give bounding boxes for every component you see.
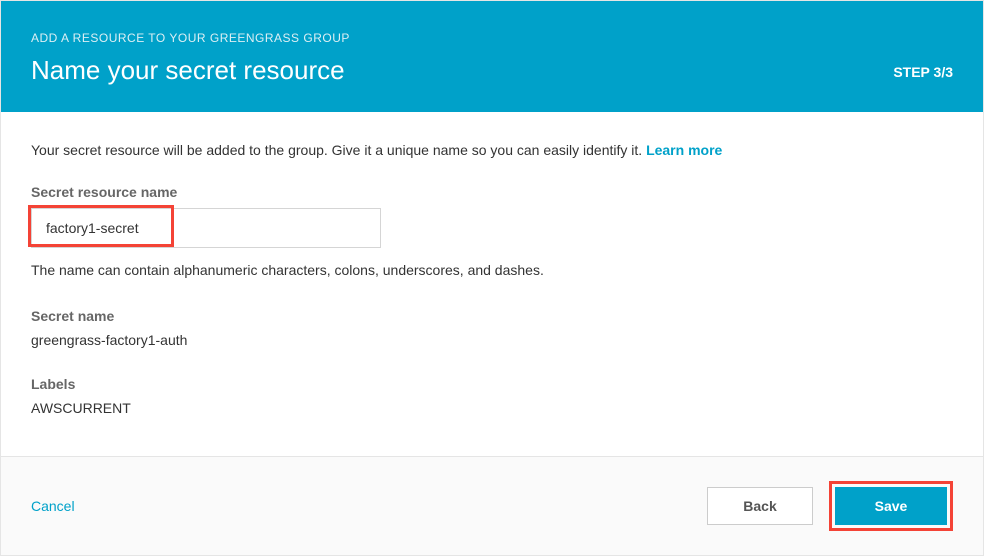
labels-value: AWSCURRENT xyxy=(31,400,953,416)
wizard-panel: ADD A RESOURCE TO YOUR GREENGRASS GROUP … xyxy=(0,0,984,556)
wizard-header: ADD A RESOURCE TO YOUR GREENGRASS GROUP … xyxy=(1,1,983,112)
page-title: Name your secret resource xyxy=(31,55,350,86)
header-left: ADD A RESOURCE TO YOUR GREENGRASS GROUP … xyxy=(31,31,350,86)
description-text: Your secret resource will be added to th… xyxy=(31,142,646,158)
wizard-body: Your secret resource will be added to th… xyxy=(1,112,983,456)
step-indicator: STEP 3/3 xyxy=(893,64,953,86)
secret-name-label: Secret name xyxy=(31,308,953,324)
save-highlight-annotation: Save xyxy=(829,481,953,531)
resource-name-input-container xyxy=(31,208,381,248)
description: Your secret resource will be added to th… xyxy=(31,142,953,158)
learn-more-link[interactable]: Learn more xyxy=(646,142,722,158)
back-button[interactable]: Back xyxy=(707,487,813,525)
secret-name-value: greengrass-factory1-auth xyxy=(31,332,953,348)
save-button[interactable]: Save xyxy=(835,487,947,525)
cancel-link[interactable]: Cancel xyxy=(31,498,75,514)
wizard-footer: Cancel Back Save xyxy=(1,456,983,555)
resource-name-input[interactable] xyxy=(31,208,381,248)
breadcrumb: ADD A RESOURCE TO YOUR GREENGRASS GROUP xyxy=(31,31,350,45)
resource-name-label: Secret resource name xyxy=(31,184,953,200)
resource-name-hint: The name can contain alphanumeric charac… xyxy=(31,262,953,278)
footer-right: Back Save xyxy=(707,481,953,531)
labels-label: Labels xyxy=(31,376,953,392)
